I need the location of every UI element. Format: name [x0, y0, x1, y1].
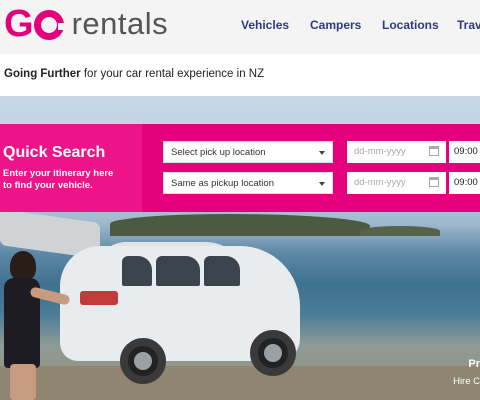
hero-hill — [110, 214, 370, 236]
tagline: Going Further for your car rental experi… — [4, 68, 264, 80]
nav-campers[interactable]: Campers — [310, 18, 361, 32]
promo-headline[interactable]: Pr — [468, 358, 480, 370]
logo-rentals-text: rentals — [71, 6, 169, 41]
site-header: G rentals Vehicles Campers Locations Tra… — [0, 0, 480, 54]
promo-subline[interactable]: Hire C — [453, 376, 480, 387]
car-side-window — [156, 256, 200, 286]
nav-vehicles[interactable]: Vehicles — [241, 18, 289, 32]
dropoff-date-placeholder: dd-mm-yyyy — [354, 177, 406, 188]
dropoff-location-select[interactable]: Same as pickup location — [163, 172, 333, 194]
calendar-icon[interactable] — [429, 146, 439, 156]
car-front-window — [204, 256, 240, 286]
dropoff-time-select[interactable]: 09:00 — [449, 172, 480, 194]
nav-travel[interactable]: Trave — [457, 18, 480, 32]
quick-search-subtitle-line2: to find your vehicle. — [3, 180, 93, 191]
dropoff-location-value: Same as pickup location — [171, 178, 274, 189]
quick-search-title: Quick Search — [3, 144, 106, 161]
pickup-date-input[interactable]: dd-mm-yyyy — [347, 141, 446, 163]
car-front-wheel — [250, 330, 296, 376]
pickup-location-value: Select pick up location — [171, 147, 266, 158]
hero-beach — [0, 366, 480, 400]
person-head — [10, 251, 36, 281]
logo-go-text: G — [4, 2, 34, 45]
quick-search-subtitle-line1: Enter your itinerary here — [3, 168, 114, 179]
car-rear-window — [122, 256, 152, 286]
pickup-location-select[interactable]: Select pick up location — [163, 141, 333, 163]
chevron-down-icon — [319, 182, 325, 186]
hero-hill-right — [360, 226, 440, 236]
quick-search-panel: Quick Search Enter your itinerary here t… — [0, 124, 480, 212]
car-rear-wheel — [120, 338, 166, 384]
pickup-time-select[interactable]: 09:00 — [449, 141, 480, 163]
pickup-date-placeholder: dd-mm-yyyy — [354, 146, 406, 157]
nav-locations[interactable]: Locations — [382, 18, 439, 32]
go-rentals-logo[interactable]: G rentals — [4, 2, 169, 45]
calendar-icon[interactable] — [429, 177, 439, 187]
car-tail-light — [80, 291, 118, 305]
quick-search-subtitle: Enter your itinerary here to find your v… — [3, 168, 133, 192]
logo-o-mark — [33, 10, 66, 40]
chevron-down-icon — [319, 151, 325, 155]
quick-search-header: Quick Search Enter your itinerary here t… — [0, 124, 142, 212]
dropoff-date-input[interactable]: dd-mm-yyyy — [347, 172, 446, 194]
tagline-bold: Going Further — [4, 68, 81, 80]
tagline-rest: for your car rental experience in NZ — [80, 68, 265, 80]
person-legs — [10, 364, 36, 400]
